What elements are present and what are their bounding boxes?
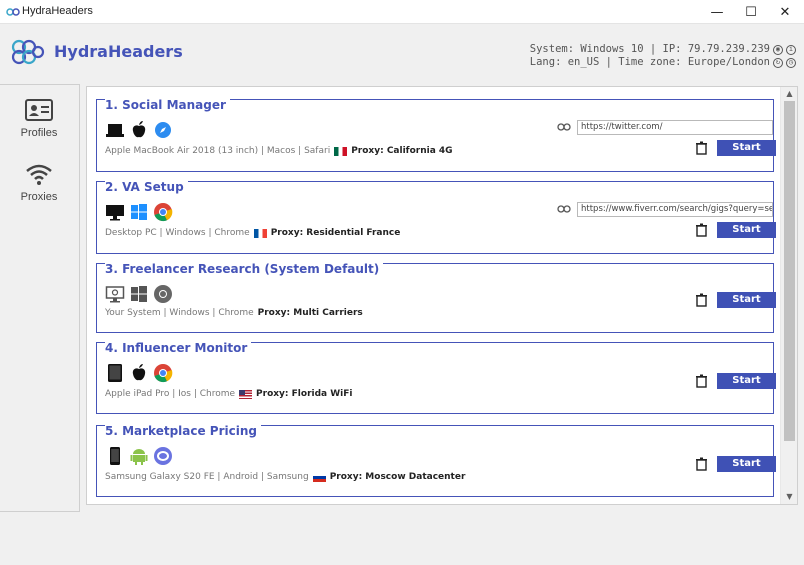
- start-button[interactable]: Start: [717, 456, 776, 472]
- russia-flag-icon: [312, 472, 326, 482]
- samsung-browser-icon: [153, 446, 173, 466]
- android-icon: [129, 446, 149, 466]
- chrome-icon: [153, 363, 173, 383]
- trash-icon[interactable]: [695, 293, 708, 307]
- link-icon: [557, 123, 571, 131]
- mexico-flag-icon: [334, 146, 348, 156]
- profile-proxy: Proxy: Florida WiFi: [256, 389, 353, 399]
- usa-flag-icon: [239, 389, 253, 399]
- apple-icon: [129, 120, 149, 140]
- vertical-scrollbar[interactable]: ▲ ▼: [780, 87, 797, 504]
- brand-name: HydraHeaders: [54, 42, 183, 61]
- system-info: System: Windows 10 | IP: 79.79.239.239 ◉…: [530, 43, 796, 69]
- apple-icon: [129, 363, 149, 383]
- profile-proxy: Proxy: Moscow Datacenter: [329, 472, 466, 482]
- locale-info-line: Lang: en_US | Time zone: Europe/London: [529, 56, 770, 68]
- profile-title: 2. VA Setup: [105, 180, 188, 194]
- profile-description: Apple iPad Pro | Ios | Chrome: [105, 389, 236, 399]
- start-button[interactable]: Start: [717, 373, 776, 389]
- phone-icon: [105, 446, 125, 466]
- clock-icon[interactable]: ◷: [786, 57, 796, 68]
- id-card-icon: [25, 99, 53, 121]
- app-logo-icon: [6, 8, 20, 16]
- minimize-button[interactable]: —: [700, 0, 734, 24]
- profile-description: Samsung Galaxy S20 FE | Android | Samsun…: [105, 472, 309, 482]
- profile-card: 5. Marketplace Pricing Samsung Galaxy S2…: [96, 424, 776, 497]
- profile-title: 4. Influencer Monitor: [105, 341, 252, 355]
- profile-title: 5. Marketplace Pricing: [105, 424, 261, 438]
- maximize-button[interactable]: ☐: [734, 0, 768, 24]
- sidebar: Profiles Proxies: [0, 84, 80, 512]
- desktop-icon: [105, 202, 125, 222]
- start-button[interactable]: Start: [717, 292, 776, 308]
- sidebar-item-proxies[interactable]: Proxies: [0, 155, 80, 213]
- trash-icon[interactable]: [695, 374, 708, 388]
- profile-description: Apple MacBook Air 2018 (13 inch) | Macos…: [105, 146, 331, 156]
- start-button[interactable]: Start: [717, 140, 776, 156]
- info-icon[interactable]: i: [786, 44, 796, 55]
- safari-icon: [153, 120, 173, 140]
- window-title: HydraHeaders: [22, 5, 93, 17]
- tablet-icon: [105, 363, 125, 383]
- app-header: HydraHeaders System: Windows 10 | IP: 79…: [0, 24, 804, 84]
- profile-title: 1. Social Manager: [105, 98, 230, 112]
- profiles-panel: 1. Social Manager Apple MacBook Air 2018…: [86, 86, 798, 505]
- hydra-logo-icon: [11, 39, 45, 65]
- chrome-icon: [153, 284, 173, 304]
- wifi-icon: [26, 164, 52, 185]
- refresh-icon[interactable]: ↻: [773, 57, 783, 68]
- profile-card: 3. Freelancer Research (System Default) …: [96, 262, 776, 333]
- link-icon: [557, 205, 571, 213]
- profile-card: 2. VA Setup Desktop PC | Windows | Chrom…: [96, 180, 776, 254]
- windows-icon: [129, 284, 149, 304]
- profile-proxy: Proxy: Multi Carriers: [257, 308, 363, 318]
- system-monitor-icon: [105, 284, 125, 304]
- start-button[interactable]: Start: [717, 222, 776, 238]
- url-input[interactable]: https://twitter.com/: [577, 120, 773, 135]
- sidebar-item-label: Proxies: [20, 191, 58, 203]
- profile-card: 1. Social Manager Apple MacBook Air 2018…: [96, 98, 776, 172]
- scrollbar-thumb[interactable]: [784, 101, 795, 441]
- trash-icon[interactable]: [695, 457, 708, 471]
- sidebar-item-profiles[interactable]: Profiles: [0, 91, 80, 149]
- profile-proxy: Proxy: California 4G: [351, 146, 453, 156]
- scroll-up-icon[interactable]: ▲: [781, 87, 797, 101]
- sidebar-item-label: Profiles: [20, 127, 58, 139]
- trash-icon[interactable]: [695, 141, 708, 155]
- url-input[interactable]: https://www.fiverr.com/search/gigs?query…: [577, 202, 773, 217]
- scroll-down-icon[interactable]: ▼: [781, 490, 797, 504]
- chrome-icon: [153, 202, 173, 222]
- windows-icon: [129, 202, 149, 222]
- trash-icon[interactable]: [695, 223, 708, 237]
- profile-title: 3. Freelancer Research (System Default): [105, 262, 384, 276]
- profile-proxy: Proxy: Residential France: [270, 228, 401, 238]
- profile-description: Desktop PC | Windows | Chrome: [105, 228, 250, 238]
- close-button[interactable]: ✕: [768, 0, 802, 24]
- eye-icon[interactable]: ◉: [773, 44, 783, 55]
- title-bar: HydraHeaders — ☐ ✕: [0, 0, 804, 24]
- profile-card: 4. Influencer Monitor Apple iPad Pro | I…: [96, 341, 776, 414]
- france-flag-icon: [253, 228, 267, 238]
- laptop-icon: [105, 120, 125, 140]
- profile-description: Your System | Windows | Chrome: [105, 308, 254, 318]
- system-info-line: System: Windows 10 | IP: 79.79.239.239: [529, 43, 770, 55]
